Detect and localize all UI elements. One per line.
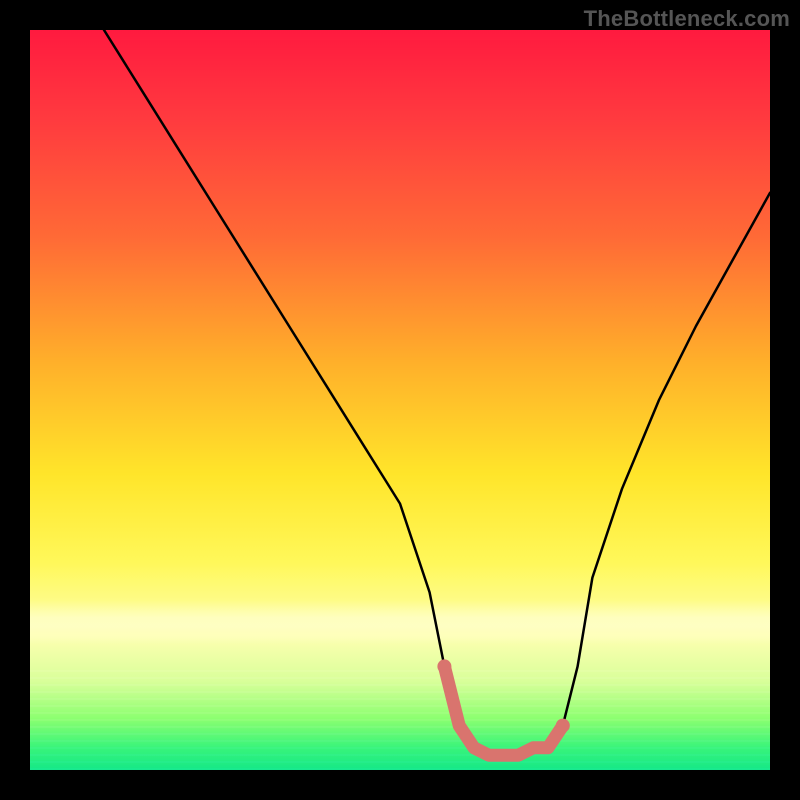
plot-area [30,30,770,770]
chart-frame: TheBottleneck.com [0,0,800,800]
optimal-range-dot-right [556,719,570,733]
curve-layer [30,30,770,770]
bottleneck-curve [104,30,770,755]
watermark-text: TheBottleneck.com [584,6,790,32]
optimal-range-marker [444,666,562,755]
optimal-range-dot-left [437,659,451,673]
